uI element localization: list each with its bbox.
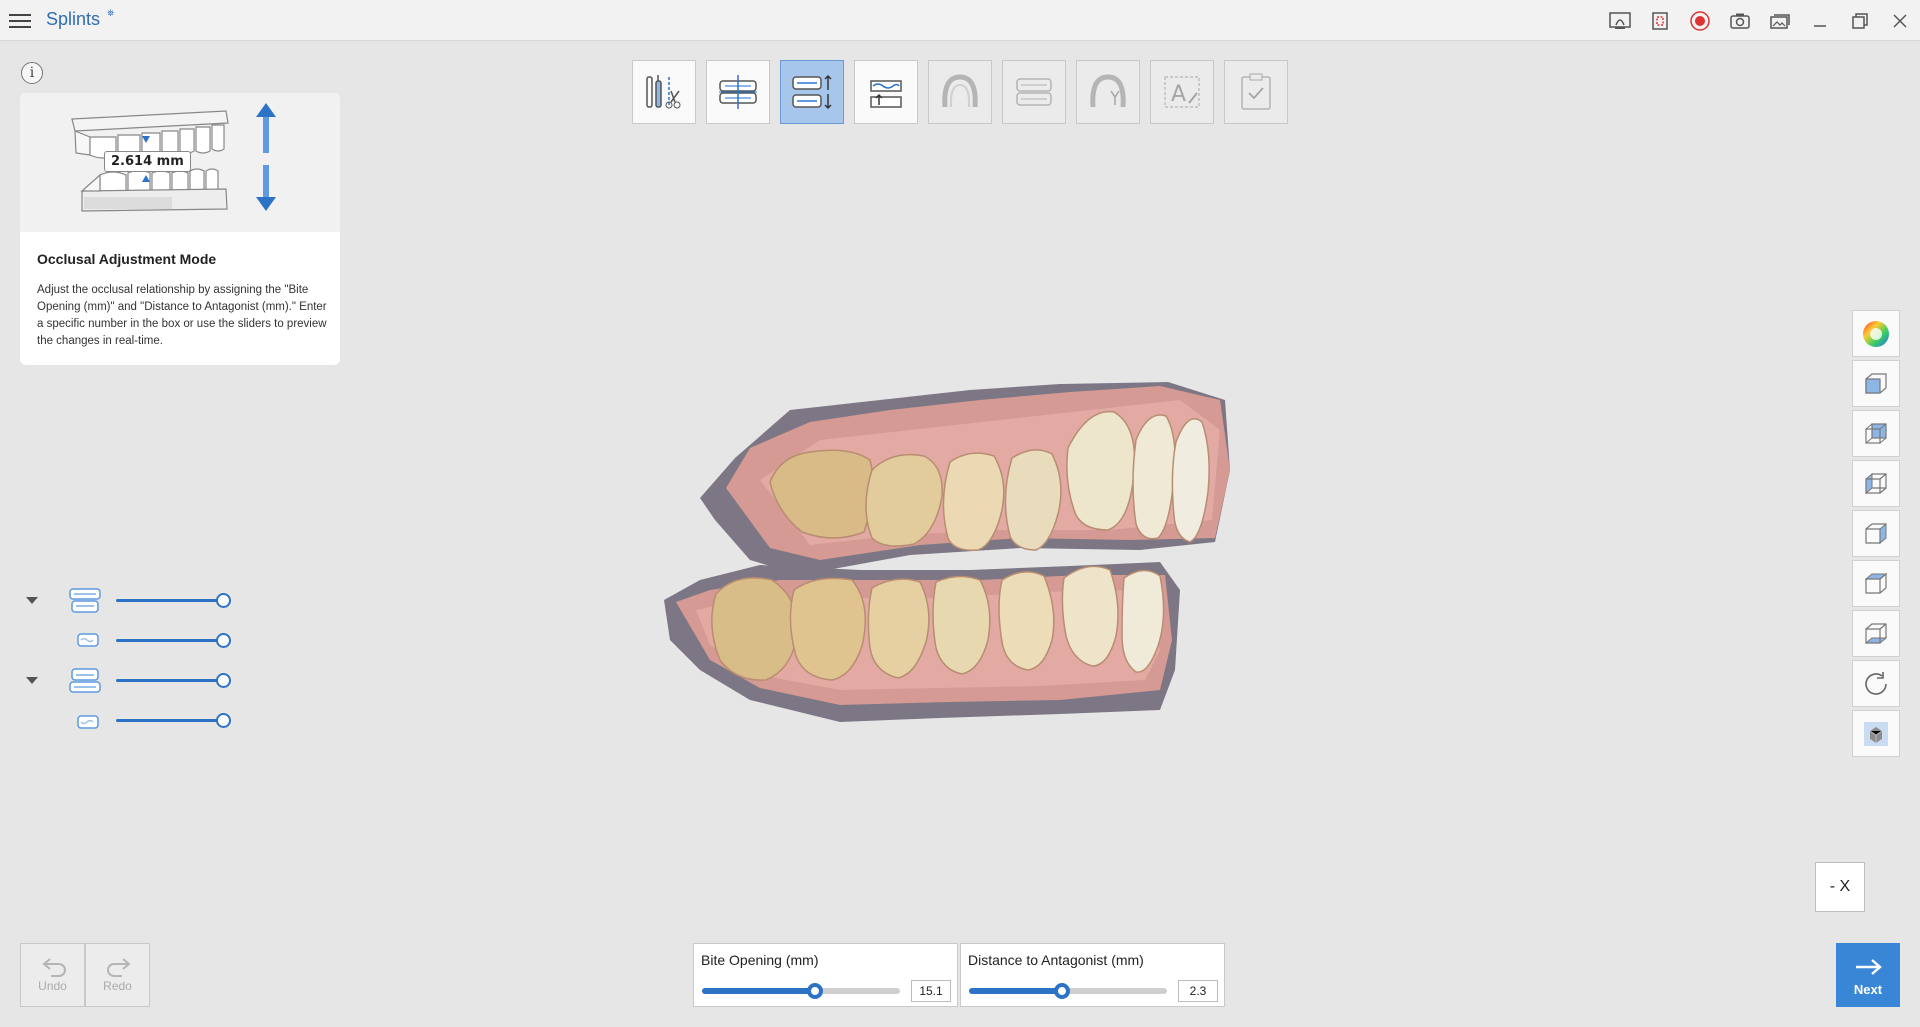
crop-icon[interactable] bbox=[1640, 0, 1680, 41]
opacity-slider-track[interactable] bbox=[116, 719, 224, 722]
title-bar: Splints ⛯ bbox=[0, 0, 1920, 41]
undo-icon bbox=[42, 958, 66, 977]
opacity-slider-knob[interactable] bbox=[216, 633, 231, 648]
bite-opening-slider-fill bbox=[702, 988, 815, 994]
collapse-caret-icon[interactable] bbox=[26, 597, 38, 604]
axis-toggle-button[interactable]: - X bbox=[1815, 862, 1865, 912]
arrow-right-icon bbox=[1856, 959, 1882, 975]
view-bottom-icon[interactable] bbox=[1852, 610, 1900, 657]
opacity-slider-knob[interactable] bbox=[216, 713, 231, 728]
scan-data-icon[interactable] bbox=[1600, 0, 1640, 41]
view-right-icon[interactable] bbox=[1852, 510, 1900, 557]
bite-opening-title: Bite Opening (mm) bbox=[701, 952, 819, 968]
svg-text:A: A bbox=[1171, 82, 1186, 107]
next-label: Next bbox=[1853, 982, 1883, 997]
info-icon[interactable]: i bbox=[21, 62, 43, 84]
workflow-steps: A bbox=[632, 60, 1288, 124]
view-back-icon[interactable] bbox=[1852, 410, 1900, 457]
outline-step[interactable] bbox=[928, 60, 992, 124]
occlusal-adjustment-step[interactable] bbox=[780, 60, 844, 124]
measure-label: 2.614 mm bbox=[104, 151, 191, 172]
bite-opening-panel: Bite Opening (mm) 15.1 bbox=[693, 943, 958, 1007]
bite-opening-slider-knob[interactable] bbox=[806, 983, 823, 999]
bite-opening-input[interactable]: 15.1 bbox=[911, 980, 951, 1002]
opacity-slider-track[interactable] bbox=[116, 679, 224, 682]
redo-icon bbox=[107, 958, 131, 977]
solid-view-icon[interactable] bbox=[1852, 710, 1900, 757]
maxilla-group-icon bbox=[69, 588, 101, 613]
visibility-row-mandible-scan bbox=[20, 706, 240, 736]
view-top-icon[interactable] bbox=[1852, 560, 1900, 607]
opacity-slider-track[interactable] bbox=[116, 599, 224, 602]
bite-illustration: 2.614 mm bbox=[20, 93, 340, 232]
redo-label: Redo bbox=[103, 979, 132, 993]
text-label-step[interactable]: A bbox=[1150, 60, 1214, 124]
alignment-step[interactable] bbox=[706, 60, 770, 124]
info-card: 2.614 mm Occlusal Adjustment Mode Adjust… bbox=[20, 93, 340, 365]
camera-icon[interactable] bbox=[1720, 0, 1760, 41]
app-title: Splints bbox=[46, 9, 101, 29]
antagonist-distance-slider-fill bbox=[969, 988, 1063, 994]
maxilla-scan-icon bbox=[77, 633, 99, 647]
dental-scan-model[interactable] bbox=[640, 370, 1260, 750]
collapse-caret-icon[interactable] bbox=[26, 677, 38, 684]
antagonist-distance-panel: Distance to Antagonist (mm) 2.3 bbox=[960, 943, 1225, 1007]
info-text: Adjust the occlusal relationship by assi… bbox=[37, 284, 327, 347]
mandible-scan-icon bbox=[77, 715, 99, 729]
undo-button[interactable]: Undo bbox=[20, 943, 85, 1007]
color-wheel-icon[interactable] bbox=[1852, 310, 1900, 357]
undo-label: Undo bbox=[38, 979, 67, 993]
maximize-icon[interactable] bbox=[1840, 0, 1880, 41]
splint-design-step[interactable] bbox=[1002, 60, 1066, 124]
visibility-row-maxilla-group bbox=[20, 586, 240, 616]
bite-opening-slider[interactable] bbox=[702, 983, 900, 999]
trim-tools-step[interactable] bbox=[632, 60, 696, 124]
hamburger-menu-icon[interactable] bbox=[9, 10, 31, 30]
antagonist-distance-title: Distance to Antagonist (mm) bbox=[968, 952, 1144, 968]
view-toolbar bbox=[1852, 310, 1900, 757]
visibility-row-maxilla-scan bbox=[20, 626, 240, 656]
rotate-icon[interactable] bbox=[1852, 660, 1900, 707]
finalize-step[interactable] bbox=[1076, 60, 1140, 124]
insertion-direction-step[interactable] bbox=[854, 60, 918, 124]
antagonist-distance-slider[interactable] bbox=[969, 983, 1167, 999]
antagonist-distance-slider-knob[interactable] bbox=[1054, 983, 1071, 999]
next-button[interactable]: Next bbox=[1836, 943, 1900, 1007]
record-icon[interactable] bbox=[1680, 0, 1720, 41]
3d-viewport[interactable] bbox=[640, 370, 1260, 750]
gallery-icon[interactable] bbox=[1760, 0, 1800, 41]
info-heading: Occlusal Adjustment Mode bbox=[37, 251, 217, 267]
title-badge: ⛯ bbox=[107, 9, 115, 19]
complete-step[interactable] bbox=[1224, 60, 1288, 124]
minimize-icon[interactable] bbox=[1800, 0, 1840, 41]
redo-button[interactable]: Redo bbox=[85, 943, 150, 1007]
antagonist-distance-input[interactable]: 2.3 bbox=[1178, 980, 1218, 1002]
view-front-icon[interactable] bbox=[1852, 360, 1900, 407]
close-icon[interactable] bbox=[1880, 0, 1920, 41]
view-left-icon[interactable] bbox=[1852, 460, 1900, 507]
opacity-slider-knob[interactable] bbox=[216, 593, 231, 608]
opacity-slider-knob[interactable] bbox=[216, 673, 231, 688]
opacity-slider-track[interactable] bbox=[116, 639, 224, 642]
visibility-row-mandible-group bbox=[20, 666, 240, 696]
mandible-group-icon bbox=[69, 668, 101, 693]
